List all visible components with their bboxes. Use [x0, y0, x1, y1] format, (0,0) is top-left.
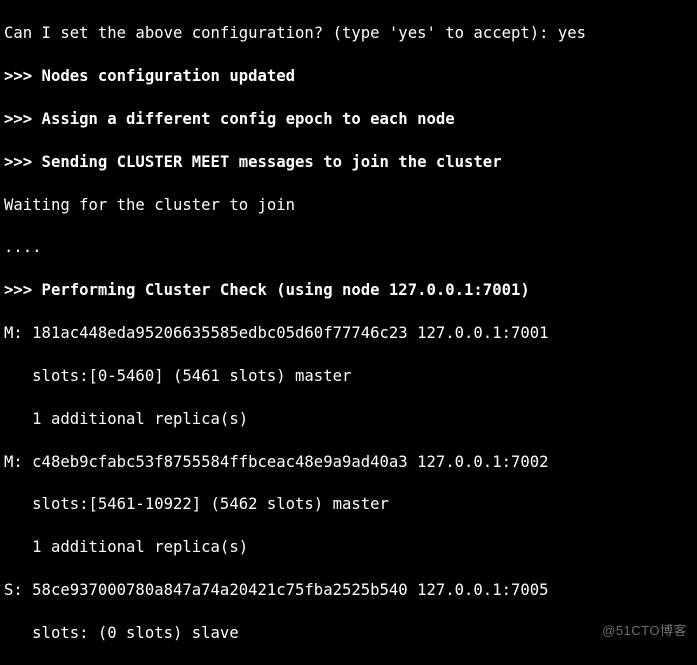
node-line: slots:[5461-10922] (5462 slots) master	[4, 494, 693, 515]
node-line: M: c48eb9cfabc53f8755584ffbceac48e9a9ad4…	[4, 452, 693, 473]
node-line: slots: (0 slots) slave	[4, 623, 693, 644]
node-line: 1 additional replica(s)	[4, 537, 693, 558]
progress-updated: >>> Nodes configuration updated	[4, 66, 693, 87]
node-line: S: 58ce937000780a847a74a20421c75fba2525b…	[4, 580, 693, 601]
progress-epoch: >>> Assign a different config epoch to e…	[4, 109, 693, 130]
progress-dots: ....	[4, 237, 693, 258]
config-prompt-answer: yes	[558, 24, 586, 42]
terminal-output[interactable]: Can I set the above configuration? (type…	[0, 0, 697, 665]
progress-meet: >>> Sending CLUSTER MEET messages to joi…	[4, 152, 693, 173]
progress-waiting: Waiting for the cluster to join	[4, 195, 693, 216]
node-line: M: 181ac448eda95206635585edbc05d60f77746…	[4, 323, 693, 344]
cluster-check-header: >>> Performing Cluster Check (using node…	[4, 280, 693, 301]
watermark: @51CTO博客	[602, 620, 687, 641]
config-prompt-line: Can I set the above configuration? (type…	[4, 23, 693, 44]
node-line: 1 additional replica(s)	[4, 409, 693, 430]
node-line: slots:[0-5460] (5461 slots) master	[4, 366, 693, 387]
config-prompt-question: Can I set the above configuration? (type…	[4, 24, 558, 42]
